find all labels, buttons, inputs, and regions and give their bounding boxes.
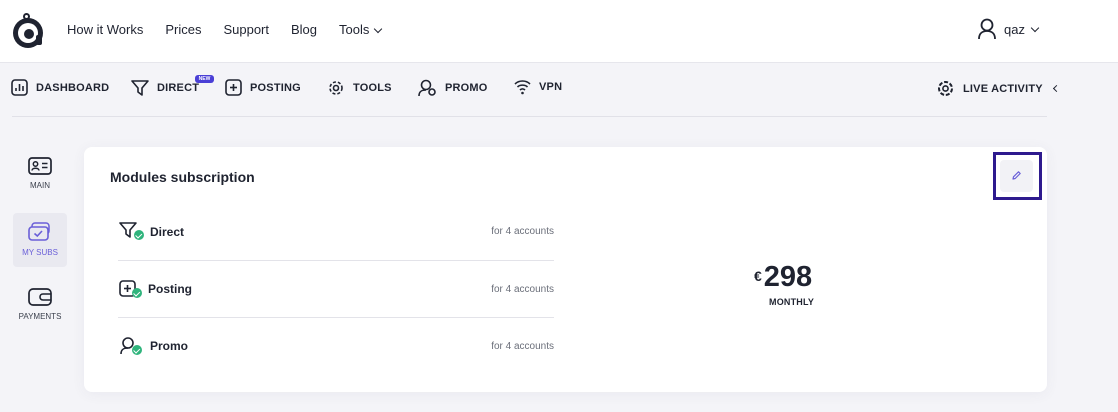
- sidebar-item-payments[interactable]: PAYMENTS: [13, 288, 67, 326]
- nav-vpn-label: VPN: [539, 81, 563, 93]
- check-icon: [132, 345, 142, 355]
- my-subs-icon: [28, 222, 50, 241]
- nav-divider: [12, 116, 1047, 117]
- top-nav: How it Works Prices Support Blog Tools: [67, 21, 403, 39]
- check-icon: [134, 230, 144, 240]
- payments-icon: [28, 288, 52, 306]
- top-header: How it Works Prices Support Blog Tools q…: [0, 0, 1118, 63]
- vpn-icon: [514, 80, 531, 95]
- nav-tools-dropdown[interactable]: Tools: [339, 21, 383, 39]
- nav-dashboard-label: DASHBOARD: [36, 81, 110, 94]
- nav-posting-label: POSTING: [250, 81, 301, 94]
- nav-promo-label: PROMO: [445, 82, 488, 94]
- module-accounts: for 4 accounts: [491, 226, 554, 237]
- nav-posting[interactable]: POSTING: [225, 79, 301, 96]
- tools-icon: [329, 81, 343, 95]
- pencil-icon: [1012, 171, 1021, 180]
- sidebar-item-main-label: MAIN: [30, 181, 50, 190]
- user-menu[interactable]: qaz: [977, 18, 1040, 40]
- chevron-down-icon: [1030, 23, 1040, 32]
- nav-direct-label: DIRECT: [157, 82, 200, 94]
- new-badge: NEW: [195, 75, 214, 83]
- price: € 298: [754, 260, 812, 294]
- nav-vpn[interactable]: VPN: [514, 79, 562, 95]
- module-name: Direct: [150, 225, 185, 239]
- nav-direct[interactable]: DIRECT: [131, 79, 199, 97]
- nav-promo[interactable]: PROMO: [418, 79, 488, 97]
- sidebar-item-my-subs[interactable]: MY SUBS: [13, 213, 67, 267]
- promo-icon: [418, 79, 436, 97]
- nav-tools-label: TOOLS: [353, 82, 392, 94]
- price-amount: 298: [763, 261, 813, 293]
- module-row-direct: Direct for 4 accounts: [118, 220, 554, 277]
- module-name: Posting: [148, 282, 192, 296]
- nav-live-activity[interactable]: LIVE ACTIVITY: [936, 79, 1060, 98]
- dashboard-icon: [11, 79, 28, 96]
- row-divider: [118, 260, 554, 261]
- row-divider: [118, 317, 554, 318]
- nav-support[interactable]: Support: [223, 21, 269, 39]
- module-accounts: for 4 accounts: [491, 341, 554, 352]
- nav-tools-label: Tools: [339, 22, 370, 37]
- direct-icon: [131, 80, 149, 96]
- module-name: Promo: [150, 339, 189, 353]
- module-row-posting: Posting for 4 accounts: [118, 278, 554, 335]
- card-title: Modules subscription: [110, 169, 255, 185]
- sidebar-item-main[interactable]: MAIN: [13, 157, 67, 195]
- logo-icon[interactable]: [10, 11, 46, 49]
- nav-tools[interactable]: TOOLS: [327, 79, 392, 97]
- module-row-promo: Promo for 4 accounts: [118, 335, 554, 392]
- sidebar-item-payments-label: PAYMENTS: [18, 312, 62, 321]
- nav-how-it-works[interactable]: How it Works: [67, 21, 143, 39]
- price-currency: €: [754, 268, 762, 284]
- nav-dashboard[interactable]: DASHBOARD: [11, 79, 109, 96]
- chevron-left-icon: [1052, 84, 1060, 93]
- user-icon: [978, 18, 996, 40]
- check-icon: [132, 288, 142, 298]
- main-icon: [28, 157, 52, 175]
- edit-button[interactable]: [1000, 160, 1033, 192]
- chevron-down-icon: [374, 24, 383, 33]
- nav-blog[interactable]: Blog: [291, 21, 317, 39]
- nav-prices[interactable]: Prices: [165, 21, 201, 39]
- sidebar-item-my-subs-label: MY SUBS: [22, 248, 58, 257]
- live-activity-icon: [938, 81, 953, 96]
- username: qaz: [1004, 21, 1025, 37]
- nav-live-activity-label: LIVE ACTIVITY: [963, 82, 1043, 95]
- price-period: MONTHLY: [769, 297, 815, 307]
- module-accounts: for 4 accounts: [491, 284, 554, 295]
- posting-icon: [225, 79, 242, 96]
